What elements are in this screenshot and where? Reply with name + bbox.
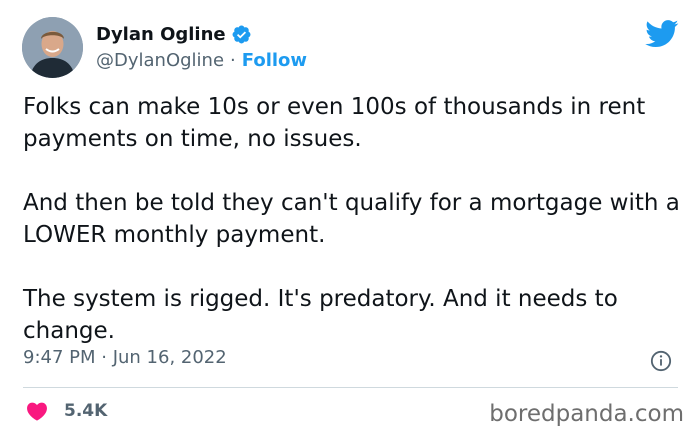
heart-icon[interactable]	[26, 401, 48, 421]
tweet-card: Dylan Ogline @DylanOgline · Follow Folks…	[0, 0, 700, 441]
follow-button[interactable]: Follow	[242, 50, 307, 71]
tweet-paragraph: And then be told they can't qualify for …	[23, 190, 680, 248]
divider	[23, 387, 678, 388]
tweet-paragraph: Folks can make 10s or even 100s of thous…	[23, 94, 646, 152]
avatar[interactable]	[22, 17, 83, 78]
author-handle-row: @DylanOgline · Follow	[96, 50, 307, 71]
author-name-row: Dylan Ogline	[96, 21, 252, 47]
verified-badge-icon	[232, 25, 251, 43]
info-icon[interactable]	[650, 350, 672, 372]
avatar-photo	[22, 17, 83, 78]
tweet-paragraph: The system is rigged. It's predatory. An…	[23, 286, 618, 344]
like-count: 5.4K	[64, 401, 108, 421]
source-watermark: boredpanda.com	[489, 401, 684, 427]
like-action[interactable]: 5.4K	[26, 401, 107, 421]
twitter-bird-icon[interactable]	[645, 20, 679, 48]
separator-dot: ·	[230, 50, 236, 71]
tweet-timestamp[interactable]: 9:47 PM · Jun 16, 2022	[23, 347, 227, 368]
author-handle[interactable]: @DylanOgline	[96, 50, 224, 71]
author-name[interactable]: Dylan Ogline	[96, 24, 226, 45]
tweet-body: Folks can make 10s or even 100s of thous…	[23, 91, 683, 347]
